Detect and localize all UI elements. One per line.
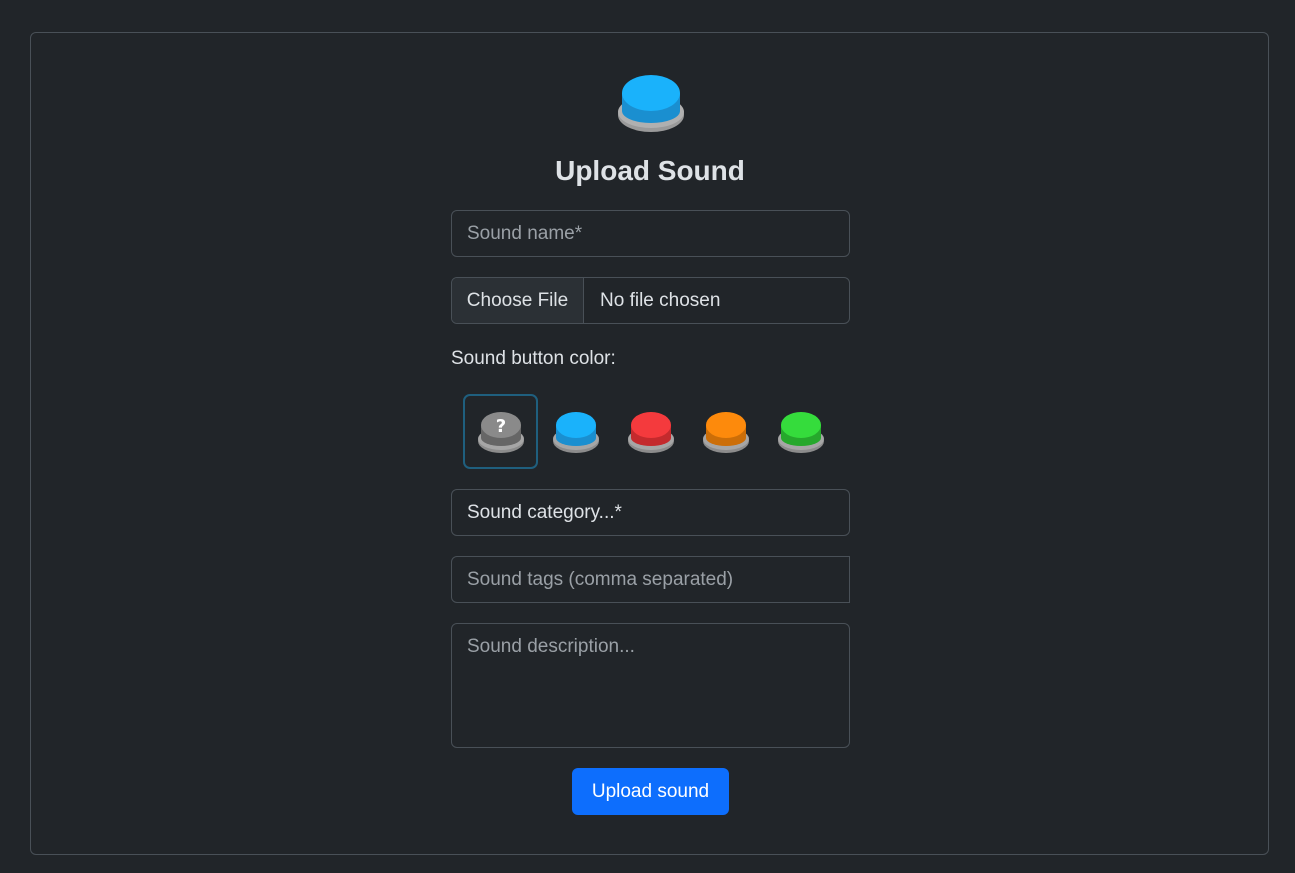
color-swatches: ? [463, 394, 838, 469]
swatch-blue[interactable] [538, 394, 613, 469]
swatch-gray-symbol: ? [495, 416, 505, 437]
category-selected-value: Sound category...* [467, 501, 622, 523]
swatch-red[interactable] [613, 394, 688, 469]
sound-name-input[interactable] [451, 210, 850, 257]
gray-button-icon: ? [477, 411, 524, 453]
page-title: Upload Sound [555, 155, 745, 186]
swatch-gray[interactable]: ? [463, 394, 538, 469]
orange-button-icon [702, 411, 749, 453]
choose-file-button[interactable]: Choose File [452, 278, 584, 323]
swatch-green[interactable] [763, 394, 838, 469]
sound-category-select[interactable]: Sound category...* [451, 489, 850, 536]
color-label: Sound button color: [451, 348, 616, 369]
upload-card: Upload Sound Choose File No file chosen … [30, 32, 1269, 855]
file-picker[interactable]: Choose File No file chosen [451, 277, 850, 324]
red-button-icon [627, 411, 674, 453]
sound-description-textarea[interactable] [451, 623, 850, 748]
file-status: No file chosen [600, 290, 721, 311]
swatch-orange[interactable] [688, 394, 763, 469]
sound-button-logo-icon [618, 75, 684, 132]
green-button-icon [777, 411, 824, 453]
sound-tags-input[interactable] [451, 556, 850, 603]
blue-button-icon [552, 411, 599, 453]
upload-sound-button[interactable]: Upload sound [572, 768, 729, 815]
